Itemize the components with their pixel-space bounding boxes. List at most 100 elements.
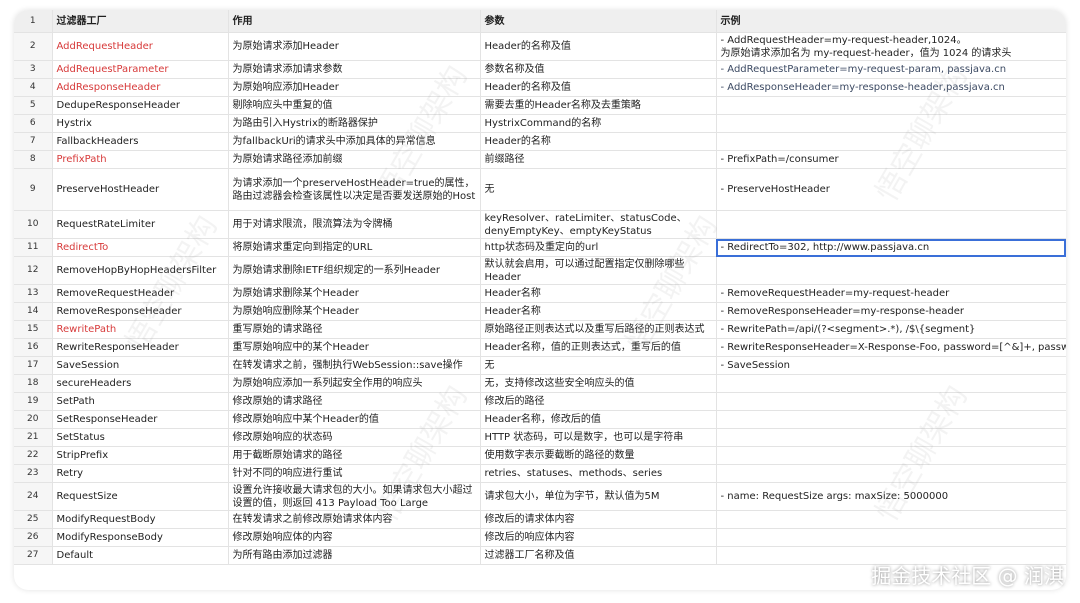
cell-example[interactable] bbox=[716, 210, 1066, 239]
cell-filter-name[interactable]: Hystrix bbox=[52, 114, 229, 133]
cell-use[interactable]: 设置允许接收最大请求包的大小。如果请求包大小超过设置的值，则返回 413 Pay… bbox=[228, 482, 481, 511]
cell-example[interactable] bbox=[716, 528, 1066, 547]
cell-use[interactable]: 针对不同的响应进行重试 bbox=[228, 464, 481, 483]
cell-example[interactable] bbox=[716, 464, 1066, 483]
row-number[interactable]: 23 bbox=[14, 464, 53, 483]
cell-param[interactable]: Header名称，值的正则表达式，重写后的值 bbox=[480, 338, 717, 357]
cell-filter-name[interactable]: PreserveHostHeader bbox=[52, 168, 229, 211]
cell-param[interactable]: 修改后的响应体内容 bbox=[480, 528, 717, 547]
cell-example[interactable] bbox=[716, 96, 1066, 115]
row-number[interactable]: 18 bbox=[14, 374, 53, 393]
cell-example[interactable]: - RemoveRequestHeader=my-request-header bbox=[716, 284, 1066, 303]
cell-use[interactable]: 修改原始响应中某个Header的值 bbox=[228, 410, 481, 429]
cell-param[interactable]: 需要去重的Header名称及去重策略 bbox=[480, 96, 717, 115]
row-number[interactable]: 26 bbox=[14, 528, 53, 547]
cell-example[interactable] bbox=[716, 392, 1066, 411]
cell-example[interactable]: - RedirectTo=302, http://www.passjava.cn bbox=[716, 238, 1066, 257]
cell-filter-name[interactable]: Retry bbox=[52, 464, 229, 483]
row-number[interactable]: 2 bbox=[14, 32, 53, 61]
cell-use[interactable]: 重写原始响应中的某个Header bbox=[228, 338, 481, 357]
cell-use[interactable]: 为原始请求添加Header bbox=[228, 32, 481, 61]
cell-param[interactable]: Header名称，修改后的值 bbox=[480, 410, 717, 429]
cell-example[interactable] bbox=[716, 114, 1066, 133]
cell-use[interactable]: 为请求添加一个preserveHostHeader=true的属性，路由过滤器会… bbox=[228, 168, 481, 211]
row-number[interactable]: 12 bbox=[14, 256, 53, 285]
cell-use[interactable]: 用于对请求限流，限流算法为令牌桶 bbox=[228, 210, 481, 239]
cell-example[interactable] bbox=[716, 256, 1066, 285]
cell-filter-name[interactable]: RemoveHopByHopHeadersFilter bbox=[52, 256, 229, 285]
row-number[interactable]: 10 bbox=[14, 210, 53, 239]
row-number[interactable]: 20 bbox=[14, 410, 53, 429]
cell-param[interactable]: HTTP 状态码，可以是数字，也可以是字符串 bbox=[480, 428, 717, 447]
cell-example[interactable]: - SaveSession bbox=[716, 356, 1066, 375]
cell-use[interactable]: 重写原始的请求路径 bbox=[228, 320, 481, 339]
cell-example[interactable]: - RewriteResponseHeader=X-Response-Foo, … bbox=[716, 338, 1066, 357]
row-number[interactable]: 16 bbox=[14, 338, 53, 357]
row-number[interactable]: 13 bbox=[14, 284, 53, 303]
column-header-name[interactable]: 过滤器工厂 bbox=[52, 10, 229, 33]
cell-param[interactable]: keyResolver、rateLimiter、statusCode、denyE… bbox=[480, 210, 717, 239]
cell-param[interactable]: 过滤器工厂名称及值 bbox=[480, 546, 717, 565]
cell-param[interactable]: 使用数字表示要截断的路径的数量 bbox=[480, 446, 717, 465]
row-number[interactable]: 8 bbox=[14, 150, 53, 169]
row-number[interactable]: 14 bbox=[14, 302, 53, 321]
row-number[interactable]: 22 bbox=[14, 446, 53, 465]
cell-use[interactable]: 剔除响应头中重复的值 bbox=[228, 96, 481, 115]
cell-filter-name[interactable]: AddRequestHeader bbox=[52, 32, 229, 61]
cell-use[interactable]: 为原始请求删除IETF组织规定的一系列Header bbox=[228, 256, 481, 285]
row-number[interactable]: 6 bbox=[14, 114, 53, 133]
row-number[interactable]: 24 bbox=[14, 482, 53, 511]
cell-param[interactable]: 无 bbox=[480, 168, 717, 211]
cell-param[interactable]: retries、statuses、methods、series bbox=[480, 464, 717, 483]
cell-param[interactable]: 请求包大小，单位为字节，默认值为5M bbox=[480, 482, 717, 511]
cell-filter-name[interactable]: AddRequestParameter bbox=[52, 60, 229, 79]
cell-param[interactable]: 修改后的路径 bbox=[480, 392, 717, 411]
row-number[interactable]: 21 bbox=[14, 428, 53, 447]
cell-example[interactable] bbox=[716, 410, 1066, 429]
cell-filter-name[interactable]: ModifyRequestBody bbox=[52, 510, 229, 529]
cell-use[interactable]: 为所有路由添加过滤器 bbox=[228, 546, 481, 565]
cell-use[interactable]: 修改原始响应体的内容 bbox=[228, 528, 481, 547]
cell-filter-name[interactable]: SetStatus bbox=[52, 428, 229, 447]
cell-filter-name[interactable]: RedirectTo bbox=[52, 238, 229, 257]
cell-use[interactable]: 为原始请求添加请求参数 bbox=[228, 60, 481, 79]
cell-example[interactable]: - PrefixPath=/consumer bbox=[716, 150, 1066, 169]
cell-use[interactable]: 为原始请求路径添加前缀 bbox=[228, 150, 481, 169]
cell-use[interactable]: 为原始响应添加Header bbox=[228, 78, 481, 97]
cell-param[interactable]: 无 bbox=[480, 356, 717, 375]
cell-filter-name[interactable]: secureHeaders bbox=[52, 374, 229, 393]
cell-param[interactable]: 参数名称及值 bbox=[480, 60, 717, 79]
row-number[interactable]: 11 bbox=[14, 238, 53, 257]
row-number[interactable]: 5 bbox=[14, 96, 53, 115]
row-number[interactable]: 25 bbox=[14, 510, 53, 529]
cell-use[interactable]: 修改原始的请求路径 bbox=[228, 392, 481, 411]
row-number[interactable]: 1 bbox=[14, 10, 53, 33]
cell-filter-name[interactable]: SetResponseHeader bbox=[52, 410, 229, 429]
cell-param[interactable]: Header的名称及值 bbox=[480, 32, 717, 61]
cell-param[interactable]: HystrixCommand的名称 bbox=[480, 114, 717, 133]
cell-example[interactable]: - AddRequestParameter=my-request-param, … bbox=[716, 60, 1066, 79]
cell-use[interactable]: 为原始响应添加一系列起安全作用的响应头 bbox=[228, 374, 481, 393]
cell-filter-name[interactable]: Default bbox=[52, 546, 229, 565]
cell-example[interactable]: - AddRequestHeader=my-request-header,102… bbox=[716, 32, 1066, 61]
cell-example[interactable]: - name: RequestSize args: maxSize: 50000… bbox=[716, 482, 1066, 511]
row-number[interactable]: 27 bbox=[14, 546, 53, 565]
cell-filter-name[interactable]: SaveSession bbox=[52, 356, 229, 375]
cell-example[interactable]: - PreserveHostHeader bbox=[716, 168, 1066, 211]
cell-filter-name[interactable]: FallbackHeaders bbox=[52, 132, 229, 151]
cell-param[interactable]: Header的名称及值 bbox=[480, 78, 717, 97]
cell-example[interactable] bbox=[716, 132, 1066, 151]
row-number[interactable]: 4 bbox=[14, 78, 53, 97]
cell-example[interactable] bbox=[716, 446, 1066, 465]
row-number[interactable]: 3 bbox=[14, 60, 53, 79]
cell-use[interactable]: 为路由引入Hystrix的断路器保护 bbox=[228, 114, 481, 133]
cell-param[interactable]: 无，支持修改这些安全响应头的值 bbox=[480, 374, 717, 393]
cell-filter-name[interactable]: RequestRateLimiter bbox=[52, 210, 229, 239]
cell-param[interactable]: Header名称 bbox=[480, 302, 717, 321]
cell-use[interactable]: 为原始请求删除某个Header bbox=[228, 284, 481, 303]
cell-filter-name[interactable]: RewriteResponseHeader bbox=[52, 338, 229, 357]
cell-example[interactable] bbox=[716, 374, 1066, 393]
cell-use[interactable]: 用于截断原始请求的路径 bbox=[228, 446, 481, 465]
cell-param[interactable]: 原始路径正则表达式以及重写后路径的正则表达式 bbox=[480, 320, 717, 339]
cell-filter-name[interactable]: RequestSize bbox=[52, 482, 229, 511]
